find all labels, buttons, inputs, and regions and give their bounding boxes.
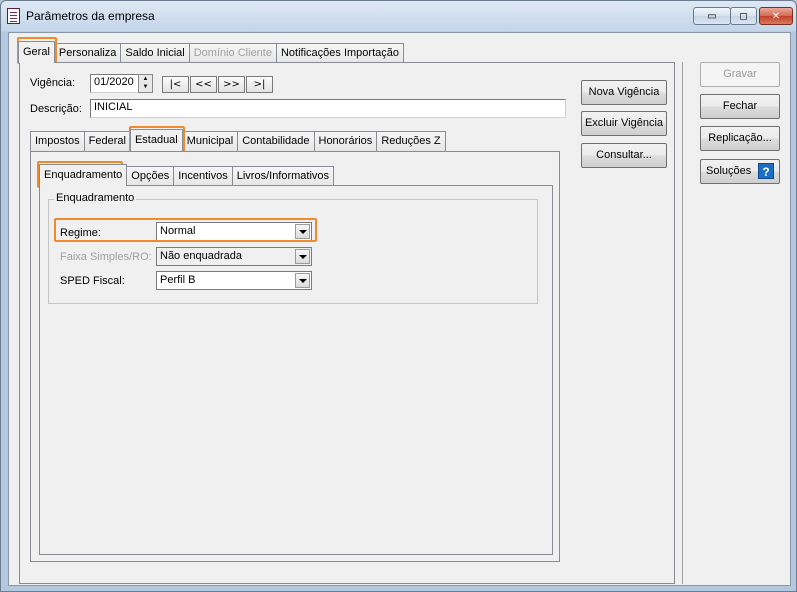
tab-federal[interactable]: Federal xyxy=(83,131,131,151)
descricao-label: Descrição: xyxy=(30,103,82,115)
sped-fiscal-value: Perfil B xyxy=(160,274,196,286)
tab-contabilidade[interactable]: Contabilidade xyxy=(237,131,315,151)
tab-estadual[interactable]: Estadual xyxy=(129,129,183,151)
estadual-panel: Enquadramento Opções Incentivos Livros/I… xyxy=(30,151,560,562)
regime-select[interactable]: Normal xyxy=(156,222,312,241)
maximize-icon: ◻ xyxy=(739,10,748,22)
previous-vigencia-button[interactable]: << xyxy=(190,76,217,93)
tab-opcoes[interactable]: Opções xyxy=(126,166,175,186)
solucoes-label: Soluções xyxy=(706,165,752,177)
minimize-button[interactable]: ▭ xyxy=(693,7,731,25)
help-icon: ? xyxy=(758,163,774,179)
faixa-simples-label: Faixa Simples/RO: xyxy=(60,251,152,263)
enquadramento-panel: Enquadramento Regime: Normal Faixa Simpl… xyxy=(39,185,553,555)
chevron-down-icon xyxy=(295,249,310,264)
main-tabs: Geral Personaliza Saldo Inicial Domínio … xyxy=(18,41,404,63)
faixa-simples-select: Não enquadrada xyxy=(156,247,312,266)
next-vigencia-button[interactable]: >> xyxy=(218,76,245,93)
sped-fiscal-select[interactable]: Perfil B xyxy=(156,271,312,290)
document-icon xyxy=(7,8,20,24)
spin-down-icon[interactable]: ▼ xyxy=(139,83,152,91)
minimize-icon: ▭ xyxy=(707,10,717,22)
sped-fiscal-label: SPED Fiscal: xyxy=(60,275,125,287)
inner-tabs: Enquadramento Opções Incentivos Livros/I… xyxy=(39,164,335,186)
window-client: Geral Personaliza Saldo Inicial Domínio … xyxy=(8,32,791,586)
tab-livros-informativos[interactable]: Livros/Informativos xyxy=(231,166,335,186)
tab-dominio-cliente: Domínio Cliente xyxy=(188,43,277,63)
tab-saldo-inicial[interactable]: Saldo Inicial xyxy=(120,43,190,63)
title-bar[interactable]: Parâmetros da empresa ▭ ◻ ✕ xyxy=(1,1,796,31)
vigencia-label: Vigência: xyxy=(30,77,76,89)
close-button[interactable]: ✕ xyxy=(759,7,793,25)
solucoes-button[interactable]: Soluções ? xyxy=(700,159,780,184)
tab-municipal[interactable]: Municipal xyxy=(181,131,239,151)
tab-personaliza[interactable]: Personaliza xyxy=(53,43,122,63)
tab-honorarios[interactable]: Honorários xyxy=(313,131,378,151)
chevron-down-icon[interactable] xyxy=(295,273,310,288)
tab-incentivos[interactable]: Incentivos xyxy=(173,166,233,186)
tab-enquadramento[interactable]: Enquadramento xyxy=(39,164,128,186)
vigencia-field[interactable]: 01/2020 xyxy=(90,74,140,93)
replicacao-button[interactable]: Replicação... xyxy=(700,126,780,151)
tab-geral[interactable]: Geral xyxy=(18,41,55,63)
first-vigencia-button[interactable]: |< xyxy=(162,76,189,93)
close-icon: ✕ xyxy=(771,10,781,22)
enquadramento-group-title: Enquadramento xyxy=(54,192,137,204)
consultar-button[interactable]: Consultar... xyxy=(581,143,667,168)
window-title: Parâmetros da empresa xyxy=(26,9,155,23)
geral-panel: Vigência: 01/2020 ▲ ▼ |< << >> >| Descri… xyxy=(19,62,675,584)
vertical-divider xyxy=(682,62,683,584)
vigencia-stepper[interactable]: ▲ ▼ xyxy=(138,74,153,93)
gravar-button: Gravar xyxy=(700,62,780,87)
tab-notificacoes-importacao[interactable]: Notificações Importação xyxy=(275,43,404,63)
chevron-down-icon[interactable] xyxy=(295,224,310,239)
tab-impostos[interactable]: Impostos xyxy=(30,131,85,151)
excluir-vigencia-button[interactable]: Excluir Vigência xyxy=(581,111,667,136)
regime-label: Regime: xyxy=(60,227,101,239)
sub-tabs: Impostos Federal Estadual Municipal Cont… xyxy=(30,129,446,151)
maximize-button[interactable]: ◻ xyxy=(730,7,757,25)
descricao-field[interactable]: INICIAL xyxy=(90,99,566,118)
last-vigencia-button[interactable]: >| xyxy=(246,76,273,93)
faixa-simples-value: Não enquadrada xyxy=(160,250,242,262)
nova-vigencia-button[interactable]: Nova Vigência xyxy=(581,80,667,105)
tab-reducoes-z[interactable]: Reduções Z xyxy=(376,131,446,151)
spin-up-icon[interactable]: ▲ xyxy=(139,75,152,83)
app-window: Parâmetros da empresa ▭ ◻ ✕ Geral Person… xyxy=(0,0,797,592)
fechar-button[interactable]: Fechar xyxy=(700,94,780,119)
regime-value: Normal xyxy=(160,225,196,237)
